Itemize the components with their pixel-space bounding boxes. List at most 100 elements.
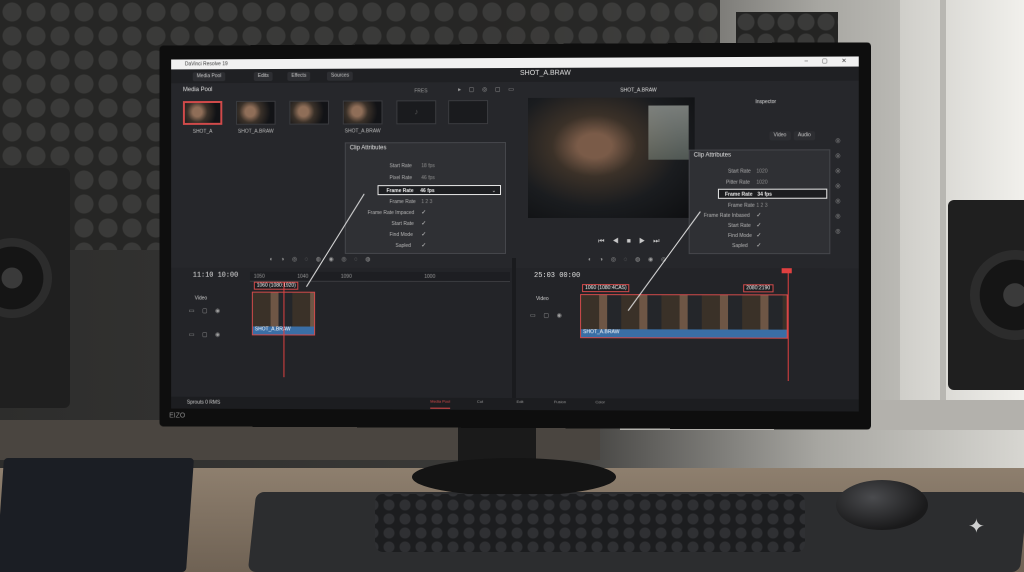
attr-label: Frame Rate Inbased	[704, 213, 750, 219]
checkbox-checked[interactable]: ✓	[756, 222, 761, 229]
inspector-side-icons[interactable]: ◎◎◎◎◎◎◎	[834, 137, 841, 243]
media-thumbnail[interactable]	[236, 101, 275, 125]
timecode-display: 25:03 00:00	[534, 272, 580, 280]
clip-attributes-panel-left: Clip Attributes Start Rate 18 fps Pixel …	[345, 142, 506, 254]
tab-inspector-audio[interactable]: Audio	[794, 131, 815, 140]
checkbox-checked[interactable]: ✓	[756, 212, 761, 219]
attr-label: Start Rate	[728, 223, 751, 229]
media-thumbnail[interactable]	[343, 100, 383, 124]
status-text: Sprouts 0 RMS	[187, 400, 220, 406]
page-cut-icon[interactable]: Cut	[470, 399, 490, 409]
timeline-ruler[interactable]: 1050 1040 1090 1000	[250, 272, 510, 282]
checkbox-checked[interactable]: ✓	[421, 242, 426, 249]
tab-inspector-video[interactable]: Video	[769, 131, 790, 140]
speaker-cone	[0, 238, 52, 318]
attr-value: 18 fps	[421, 163, 435, 169]
ruler-tick: 1050	[254, 274, 265, 280]
clip-resolution-tag: 1060 (1080:4CAS)	[582, 284, 630, 292]
attr-label: Find Mode	[389, 232, 412, 238]
clip-name: SHOT_A.BRAW	[336, 128, 390, 134]
attr-label: Frame Rate	[389, 199, 415, 205]
track-controls[interactable]: ▭ ▢ ◉	[189, 331, 223, 338]
attr-label: Find Mode	[728, 233, 752, 239]
frame-rate-field[interactable]: Frame Rate 46 fps ⌄	[378, 185, 501, 195]
attr-label: Start Rate	[728, 169, 751, 175]
tab-effects[interactable]: Effects	[287, 72, 310, 81]
playhead-marker[interactable]	[782, 268, 792, 273]
frame-rate-value: 34 fps	[757, 192, 772, 198]
checkbox-checked[interactable]: ✓	[421, 231, 426, 238]
viewer-subtitle: SHOT_A.BRAW	[620, 87, 656, 93]
attr-label: Start Rate	[391, 221, 413, 227]
monitor-brand: EIZO	[169, 412, 185, 419]
audio-thumbnail[interactable]: ♪	[396, 100, 436, 124]
tab-media-pool[interactable]: Media Pool	[193, 72, 225, 81]
inspector-title: Inspector	[755, 99, 776, 105]
ruler-tick: 1090	[341, 274, 352, 280]
clip-attributes-title: Clip Attributes	[694, 153, 731, 159]
empty-thumbnail[interactable]	[448, 100, 488, 124]
chevron-down-icon: ⌄	[492, 188, 496, 194]
tab-edits[interactable]: Edits	[254, 72, 273, 81]
speaker-cone	[970, 250, 1024, 340]
media-thumbnail[interactable]	[183, 101, 222, 125]
media-pool-title: Media Pool	[183, 87, 213, 93]
status-bar: Sprouts 0 RMS Media Pool Cut Edit Fusion…	[171, 397, 859, 412]
menu-bar: Media Pool Edits Effects Sources SHOT_A.…	[171, 67, 859, 84]
media-thumbnail[interactable]	[289, 101, 329, 125]
mouse	[836, 480, 928, 530]
checkbox-checked[interactable]: ✓	[756, 232, 761, 239]
transport-controls[interactable]: ⏮ ◀ ■ ▶ ⏭	[598, 238, 662, 246]
checkbox-checked[interactable]: ✓	[421, 209, 426, 216]
timeline-tool-icons[interactable]: ◐ ◑ ◎ ◌ ◍ ◉ ◎	[588, 256, 669, 263]
track-controls[interactable]: ▭ ▢ ◉	[189, 307, 223, 314]
checkbox-checked[interactable]: ✓	[756, 242, 761, 249]
left-speaker	[0, 168, 70, 408]
attr-value: 1 2 3	[756, 203, 767, 209]
attr-label: Pixel Rate	[389, 175, 412, 181]
monitor: EIZO DaVinci Resolve 19 – ▢ ✕ Media Pool…	[159, 42, 871, 429]
clip-name-bar: SHOT_A.BRAW	[581, 329, 787, 338]
viewer-clip-title: SHOT_A.BRAW	[520, 70, 571, 77]
clip-name: SHOT_A	[176, 129, 229, 135]
track-label: Video	[195, 296, 207, 302]
page-media-icon[interactable]: Media Pool	[430, 399, 450, 409]
music-note-icon: ♪	[397, 107, 435, 116]
attr-label: Frame Rate	[725, 192, 753, 198]
clip-resolution-tag: 2080:2190	[743, 284, 773, 292]
window-controls[interactable]: – ▢ ✕	[805, 57, 853, 64]
attr-value: 46 fps	[421, 175, 435, 181]
right-speaker	[948, 200, 1024, 390]
checkbox-checked[interactable]: ✓	[421, 220, 426, 227]
frame-rate-field[interactable]: Frame Rate 34 fps	[718, 189, 827, 199]
clip-resolution-tag: 1060 (1080:1920)	[254, 282, 299, 290]
attr-label: Frame Rate Impaced	[368, 210, 415, 216]
attr-label: Sapled	[395, 243, 410, 249]
page-color-icon[interactable]: Color	[590, 399, 610, 409]
clip-attributes-panel-right: Clip Attributes Start Rate 1020 Pitter R…	[689, 149, 831, 254]
attr-value: 1020	[756, 180, 767, 186]
window-title: DaVinci Resolve 19	[185, 61, 228, 67]
page-edit-icon[interactable]: Edit	[510, 399, 530, 409]
playhead[interactable]	[788, 270, 789, 381]
window-frame	[940, 0, 946, 420]
monitor-stand-base	[412, 458, 616, 496]
video-viewer[interactable]	[528, 97, 695, 218]
page-fusion-icon[interactable]: Fusion	[550, 399, 570, 409]
attr-value: 1020	[756, 169, 767, 175]
playhead[interactable]	[283, 282, 284, 377]
track-label: Video	[536, 296, 549, 302]
timeline-clip[interactable]: SHOT_A.BRAW	[580, 294, 788, 339]
sparkle-icon: ✦	[968, 514, 985, 539]
timeline-divider[interactable]	[512, 258, 516, 400]
attr-label: Frame Rate	[728, 203, 755, 209]
keyboard	[375, 494, 805, 552]
attr-label: Sapled	[732, 243, 748, 249]
track-controls[interactable]: ▭ ▢ ◉	[530, 312, 565, 319]
attr-label: Frame Rate	[386, 188, 413, 194]
attr-label: Start Rate	[389, 163, 411, 169]
attr-label: Pitter Rate	[726, 180, 750, 186]
media-pool-controls[interactable]: ▸ ▢ ◎ ▢ ▭	[458, 86, 517, 93]
ruler-tick: 1000	[424, 274, 435, 280]
tab-sources[interactable]: Sources	[327, 72, 353, 81]
